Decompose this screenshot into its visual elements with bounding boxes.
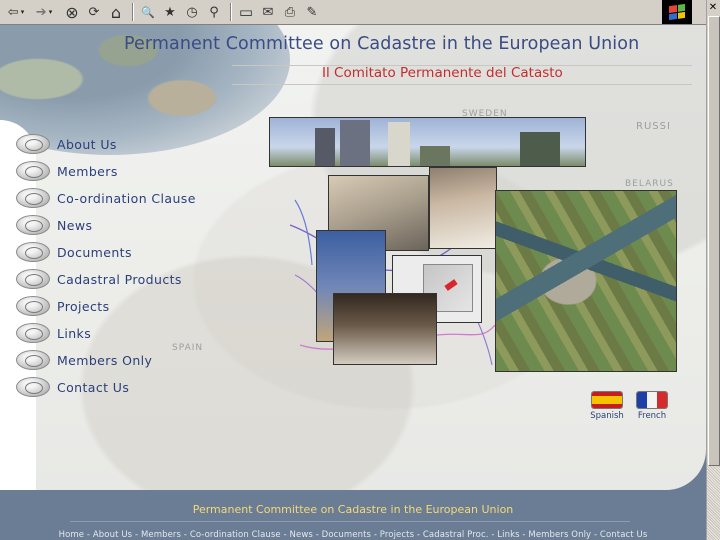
home-button[interactable]: ⌂ (106, 2, 126, 22)
nav-bullet-icon (16, 215, 50, 235)
mail-icon: ✉ (262, 4, 274, 20)
browser-toolbar: ⇦ ▾ ➔ ▾ ⊗ ⟳ ⌂ 🔍 ★ ◷ ⚲ ▭ ✉ ⎙ ✎ (0, 0, 720, 25)
nav-label: Links (57, 325, 92, 341)
nav-bullet-icon (16, 323, 50, 343)
france-flag-icon (636, 391, 668, 409)
print-icon: ⎙ (284, 4, 296, 20)
nav-label: Members Only (57, 352, 153, 368)
scrollbar-thumb[interactable] (708, 16, 720, 466)
footer-divider (70, 521, 630, 522)
stop-icon: ⊗ (65, 2, 79, 22)
nav-label: Cadastral Products (57, 271, 182, 287)
toolbar-separator (230, 3, 232, 21)
scrollbar-track[interactable] (707, 466, 720, 540)
history-button[interactable]: ◷ (182, 2, 202, 22)
search-button[interactable]: 🔍 (138, 2, 158, 22)
nav-label: Members (57, 163, 118, 179)
french-language-link[interactable]: French (635, 391, 669, 421)
spain-flag-icon (591, 391, 623, 409)
nav-label: Projects (57, 298, 110, 314)
nav-cadastral-products[interactable]: Cadastral Products (16, 268, 182, 290)
nav-bullet-icon (16, 161, 50, 181)
nav-bullet-icon (16, 242, 50, 262)
windows-flag-icon (669, 3, 685, 21)
nav-about-us[interactable]: About Us (16, 133, 117, 155)
nav-coordination-clause[interactable]: Co-ordination Clause (16, 187, 196, 209)
nav-bullet-icon (16, 269, 50, 289)
mail-button[interactable]: ✉ (258, 2, 278, 22)
print-button[interactable]: ⎙ (280, 2, 300, 22)
nav-projects[interactable]: Projects (16, 295, 109, 317)
nav-news[interactable]: News (16, 214, 92, 236)
nav-label: About Us (57, 136, 117, 152)
group-photo (333, 293, 437, 365)
nav-bullet-icon (16, 134, 50, 154)
french-label: French (637, 411, 667, 421)
nav-label: Documents (57, 244, 132, 260)
nav-contact-us[interactable]: Contact Us (16, 376, 129, 398)
channels-icon: ⚲ (209, 4, 219, 20)
dropdown-arrow-icon[interactable]: ▾ (21, 8, 25, 16)
nav-members[interactable]: Members (16, 160, 118, 182)
fullscreen-button[interactable]: ▭ (236, 2, 256, 22)
favorites-icon: ★ (164, 4, 176, 20)
aerial-photo (495, 190, 677, 372)
footer-links[interactable]: Home - About Us - Members - Co-ordinatio… (0, 530, 706, 540)
nav-links[interactable]: Links (16, 322, 91, 344)
dropdown-arrow-icon[interactable]: ▾ (49, 8, 53, 16)
spanish-language-link[interactable]: Spanish (590, 391, 624, 421)
nav-label: Contact Us (57, 379, 130, 395)
web-page: SWEDEN RUSSI BELARUS SPAIN Permanent Com… (0, 25, 706, 540)
office-photo (429, 167, 497, 249)
back-button[interactable]: ⇦ ▾ (6, 2, 26, 22)
skyline-photo (269, 117, 586, 167)
nav-documents[interactable]: Documents (16, 241, 132, 263)
close-icon[interactable]: ✕ (706, 0, 720, 14)
home-icon: ⌂ (110, 2, 122, 22)
history-icon: ◷ (186, 4, 198, 20)
toolbar-separator (132, 3, 134, 21)
vertical-scrollbar[interactable]: ✕ (706, 0, 720, 540)
windows-logo (662, 0, 692, 24)
nav-bullet-icon (16, 296, 50, 316)
edit-icon: ✎ (306, 4, 318, 20)
nav-label: Co-ordination Clause (57, 190, 196, 206)
stop-button[interactable]: ⊗ (62, 2, 82, 22)
refresh-button[interactable]: ⟳ (84, 2, 104, 22)
favorites-button[interactable]: ★ (160, 2, 180, 22)
spanish-label: Spanish (590, 411, 624, 421)
refresh-icon: ⟳ (88, 4, 100, 20)
search-icon: 🔍 (141, 5, 155, 19)
back-arrow-icon: ⇦ (7, 4, 19, 20)
forward-arrow-icon: ➔ (35, 4, 47, 20)
channels-button[interactable]: ⚲ (204, 2, 224, 22)
nav-bullet-icon (16, 350, 50, 370)
nav-bullet-icon (16, 377, 50, 397)
forward-button[interactable]: ➔ ▾ (34, 2, 54, 22)
fullscreen-icon: ▭ (238, 3, 254, 21)
nav-members-only[interactable]: Members Only (16, 349, 152, 371)
footer-title: Permanent Committee on Cadastre in the E… (192, 503, 514, 516)
nav-bullet-icon (16, 188, 50, 208)
nav-label: News (57, 217, 93, 233)
edit-button[interactable]: ✎ (302, 2, 322, 22)
